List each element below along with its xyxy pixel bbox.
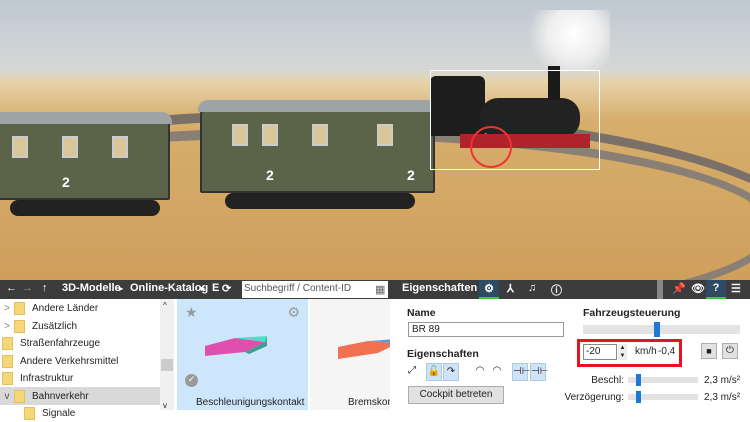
stop-button[interactable]: ■ [701, 343, 717, 359]
star-icon[interactable]: ★ [185, 304, 198, 321]
coach-1-wheels [10, 200, 160, 216]
speedometer-add-icon[interactable]: ◠ [489, 363, 505, 381]
music-tab-icon[interactable]: ♫ [528, 282, 536, 294]
contact-model-icon [338, 339, 390, 359]
speed-spinner[interactable]: ▲ ▼ [618, 344, 627, 360]
coach-2[interactable]: 2 2 [198, 100, 437, 193]
installed-check-icon: ✓ [185, 374, 198, 387]
tree-item[interactable]: Signale [0, 404, 160, 422]
axes-tab-icon[interactable]: ⅄ [507, 282, 514, 295]
speed-input[interactable]: -20 [583, 344, 617, 360]
coach-2-wheels [225, 193, 415, 209]
tree-scrollbar[interactable]: ^ v [160, 299, 174, 410]
speed-slider[interactable] [583, 322, 740, 337]
slider-knob[interactable] [636, 374, 642, 386]
tree-item[interactable]: > Andere Länder [0, 299, 160, 317]
breadcrumb-online-katalog[interactable]: Online-Katalog [130, 282, 208, 294]
info-tab-icon[interactable]: ⓘ [551, 282, 562, 298]
tree-item[interactable]: Straßenfahrzeuge [0, 334, 160, 352]
settings-icon[interactable]: ⚙ [287, 304, 300, 321]
couple-front-icon[interactable]: ⊣⊢ [512, 363, 530, 381]
coach-1[interactable]: 2 [0, 112, 172, 200]
menu-icon[interactable]: ☰ [731, 282, 741, 295]
eye-icon[interactable]: 👁 [691, 282, 705, 295]
panel-title: Eigenschaften [402, 282, 478, 294]
properties-panel: Name BR 89 Eigenschaften ⤢ 🔓 ↷ ◠ ◠ ⊣⊢ ⊣⊢… [390, 299, 750, 410]
help-link-icon[interactable]: ? [706, 280, 726, 299]
couple-rear-icon[interactable]: ⊣⊢ [530, 363, 548, 381]
power-button[interactable]: ⏻ [722, 343, 738, 359]
category-tree: > Andere Länder > Zusätzlich Straßenfahrze… [0, 299, 160, 420]
slider-knob[interactable] [636, 391, 642, 403]
tree-item[interactable]: Andere Verkehrsmittel [0, 352, 160, 370]
pin-icon[interactable]: 📌 [672, 282, 686, 295]
tree-item[interactable]: Infrastruktur [0, 369, 160, 387]
switch-direction-icon[interactable]: ↷ [443, 363, 459, 381]
decel-slider[interactable] [628, 391, 698, 403]
back-arrow-icon[interactable]: ← [6, 282, 17, 294]
refresh-icon[interactable]: ⟳ [222, 282, 231, 295]
catalog-item-beschleunigungskontakt[interactable]: ★ ⚙ ✓ Beschleunigungskontakt [177, 299, 308, 410]
name-input[interactable]: BR 89 [408, 322, 564, 337]
slider-knob[interactable] [653, 322, 660, 337]
forward-arrow-icon[interactable]: → [22, 282, 33, 294]
gear-tab-icon[interactable]: ⚙ [479, 280, 499, 299]
tree-item[interactable]: > Zusätzlich [0, 317, 160, 335]
tree-item-selected[interactable]: v Bahnverkehr [0, 387, 160, 405]
search-input[interactable]: Suchbegriff / Content-ID [242, 281, 388, 298]
cockpit-button[interactable]: Cockpit betreten [408, 386, 504, 404]
3d-viewport[interactable]: 2 2 2 [0, 0, 750, 280]
unlock-icon[interactable]: 🔓 [426, 363, 442, 381]
locomotive-br89[interactable] [420, 66, 600, 170]
grid-view-icon[interactable]: ▦ [375, 283, 385, 296]
breadcrumb-3d-modelle[interactable]: 3D-Modelle [62, 282, 121, 294]
up-arrow-icon[interactable]: ↑ [42, 282, 48, 294]
breadcrumb-e[interactable]: E [212, 282, 219, 294]
contact-model-icon [205, 336, 267, 356]
catalog-item-bremskontakt[interactable]: Bremskontakt [310, 299, 390, 410]
steam-cloud [520, 10, 610, 70]
resize-icon[interactable]: ⤢ [408, 365, 416, 376]
accel-slider[interactable] [628, 374, 698, 386]
speedometer-icon[interactable]: ◠ [472, 363, 488, 381]
